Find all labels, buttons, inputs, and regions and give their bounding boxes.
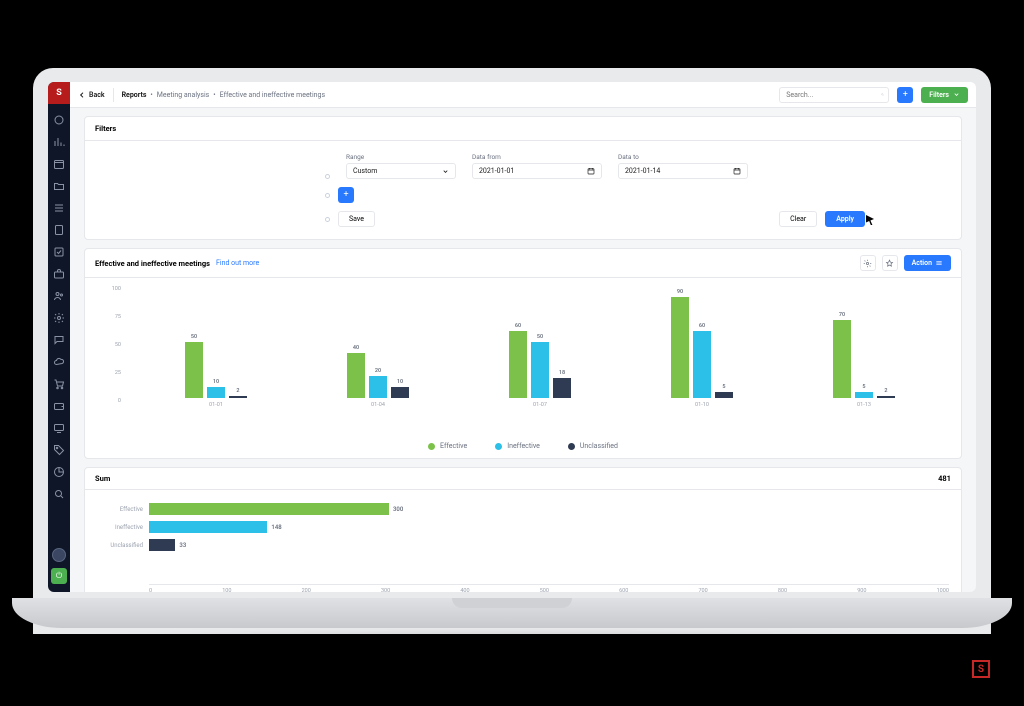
meetings-chart-card: Effective and ineffective meetings Find … — [84, 248, 962, 459]
menu-icon — [935, 259, 943, 267]
legend-unclassified: Unclassified — [580, 442, 618, 450]
nav-calendar-icon[interactable] — [53, 158, 65, 170]
filters-title: Filters — [85, 117, 961, 141]
nav-users-icon[interactable] — [53, 290, 65, 302]
date-from-input[interactable]: 2021-01-01 — [472, 163, 602, 179]
nav-tags-icon[interactable] — [53, 444, 65, 456]
app-sidebar: S ⏻ — [48, 82, 70, 592]
crumb-mid[interactable]: Meeting analysis — [157, 91, 209, 99]
nav-display-icon[interactable] — [53, 422, 65, 434]
nav-doc-icon[interactable] — [53, 224, 65, 236]
nav-wallet-icon[interactable] — [53, 400, 65, 412]
arrow-left-icon — [78, 91, 86, 99]
back-button[interactable]: Back — [78, 91, 105, 99]
range-value: Custom — [353, 167, 377, 175]
power-button[interactable]: ⏻ — [51, 568, 67, 584]
nav-analytics-icon[interactable] — [53, 136, 65, 148]
legend-effective: Effective — [440, 442, 467, 450]
brand-mark-icon: S — [972, 660, 990, 678]
search-box[interactable] — [779, 87, 889, 103]
drag-handle-icon[interactable] — [325, 193, 330, 198]
range-label: Range — [346, 153, 456, 161]
nav-cart-icon[interactable] — [53, 378, 65, 390]
sum-title: Sum — [95, 474, 110, 483]
legend-ineffective: Ineffective — [507, 442, 540, 450]
nav-folder-icon[interactable] — [53, 180, 65, 192]
nav-dashboard-icon[interactable] — [53, 114, 65, 126]
filters-card: Filters Range Custom — [84, 116, 962, 240]
add-filter-button[interactable]: + — [338, 187, 354, 203]
star-icon — [885, 259, 894, 268]
save-button[interactable]: Save — [338, 211, 375, 227]
chart-favorite-button[interactable] — [882, 255, 898, 271]
date-to-label: Data to — [618, 153, 748, 161]
drag-handle-icon[interactable] — [325, 217, 330, 222]
filters-button-label: Filters — [929, 91, 949, 99]
nav-chat-icon[interactable] — [53, 334, 65, 346]
nav-list-icon[interactable] — [53, 202, 65, 214]
top-bar: Back Reports • Meeting analysis • Effect… — [70, 82, 976, 108]
date-from-label: Data from — [472, 153, 602, 161]
calendar-icon — [587, 167, 595, 175]
calendar-icon — [733, 167, 741, 175]
grouped-bar-chart: 1007550250 5010201-0140201001-0460501801… — [85, 278, 961, 438]
chart-settings-button[interactable] — [860, 255, 876, 271]
crumb-leaf: Effective and ineffective meetings — [220, 91, 325, 99]
chart-legend: Effective Ineffective Unclassified — [85, 438, 961, 458]
chevron-down-icon — [953, 91, 960, 98]
chart-action-button[interactable]: Action — [904, 255, 951, 271]
clear-button[interactable]: Clear — [779, 211, 817, 227]
drag-handle-icon[interactable] — [325, 174, 330, 179]
sum-total: 481 — [938, 474, 951, 483]
add-button[interactable]: + — [897, 87, 913, 103]
nav-task-icon[interactable] — [53, 246, 65, 258]
nav-settings-icon[interactable] — [53, 312, 65, 324]
app-logo[interactable]: S — [48, 82, 70, 104]
date-from-value: 2021-01-01 — [479, 167, 514, 175]
range-select[interactable]: Custom — [346, 163, 456, 179]
gear-icon — [863, 259, 872, 268]
find-out-more-link[interactable]: Find out more — [216, 259, 259, 267]
filters-button[interactable]: Filters — [921, 87, 968, 103]
search-input[interactable] — [784, 90, 877, 100]
sum-bar-chart: Effective300Ineffective148Unclassified33 — [97, 500, 949, 578]
date-to-input[interactable]: 2021-01-14 — [618, 163, 748, 179]
apply-button[interactable]: Apply — [825, 211, 865, 227]
back-label: Back — [89, 91, 105, 99]
date-to-value: 2021-01-14 — [625, 167, 660, 175]
chart-title: Effective and ineffective meetings — [95, 259, 210, 268]
crumb-root[interactable]: Reports — [122, 91, 147, 99]
search-icon — [881, 90, 884, 99]
breadcrumb: Reports • Meeting analysis • Effective a… — [122, 91, 326, 99]
nav-briefcase-icon[interactable] — [53, 268, 65, 280]
nav-piechart-icon[interactable] — [53, 466, 65, 478]
chevron-down-icon — [442, 168, 449, 175]
sum-card: Sum 481 Effective300Ineffective148Unclas… — [84, 467, 962, 592]
user-avatar[interactable] — [52, 548, 66, 562]
nav-cloud-icon[interactable] — [53, 356, 65, 368]
nav-magnify-icon[interactable] — [53, 488, 65, 500]
